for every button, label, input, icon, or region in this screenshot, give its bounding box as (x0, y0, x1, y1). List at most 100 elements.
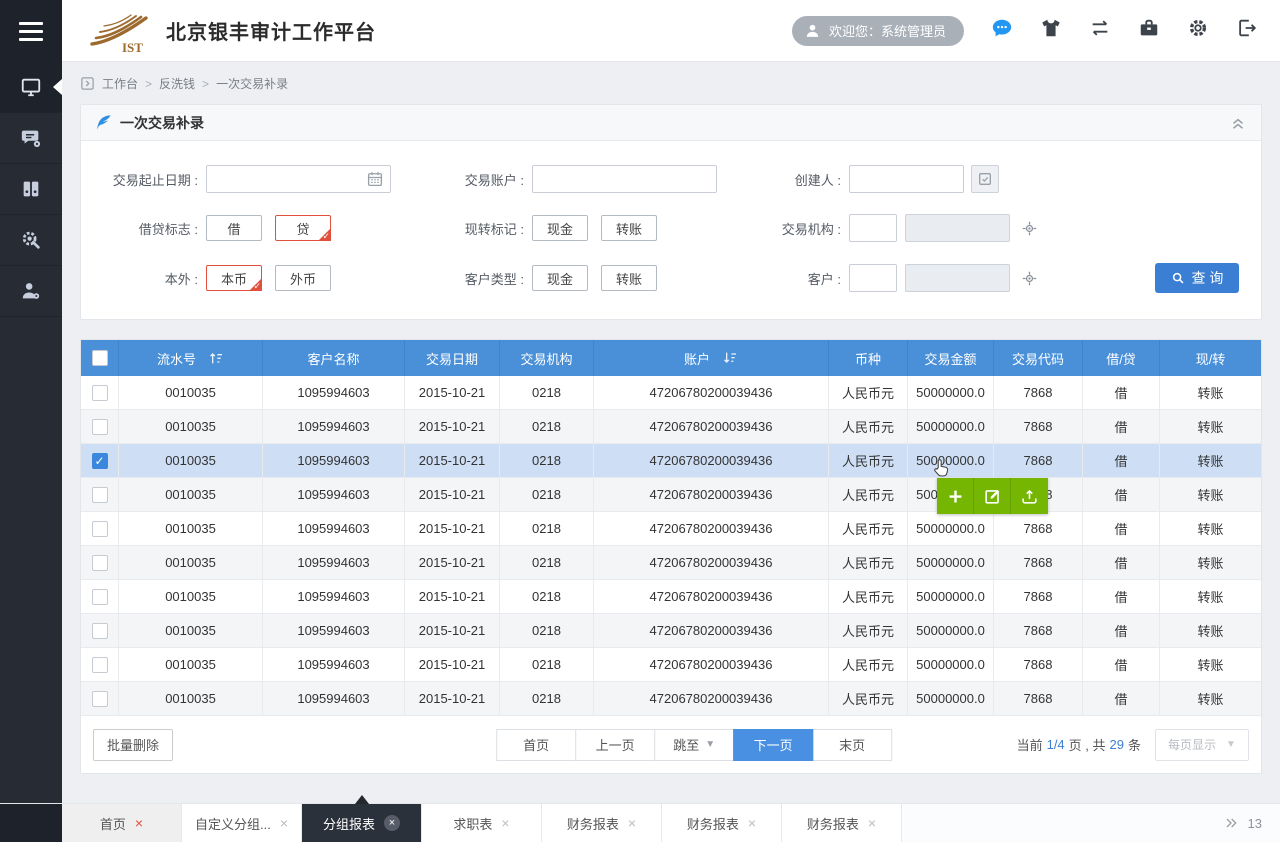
jump-to-button[interactable]: 跳至▼ (654, 729, 734, 761)
tab-财务报表[interactable]: 财务报表× (542, 804, 662, 842)
first-page-button[interactable]: 首页 (496, 729, 576, 761)
cell-trade_date: 2015-10-21 (405, 546, 500, 580)
table-row[interactable]: 001003510959946032015-10-210218472067802… (81, 376, 1261, 410)
table-row[interactable]: 001003510959946032015-10-210218472067802… (81, 614, 1261, 648)
trade-org-code-input[interactable] (849, 214, 897, 242)
close-tab-icon[interactable]: × (135, 816, 143, 830)
sidebar-item-messages[interactable] (0, 113, 62, 164)
customer-locate-icon[interactable] (1021, 270, 1038, 287)
table-row[interactable]: 001003510959946032015-10-210218472067802… (81, 478, 1261, 512)
loan-flag-option[interactable]: 借 (206, 215, 262, 241)
menu-toggle-button[interactable] (0, 0, 62, 62)
customer-type-option[interactable]: 转账 (601, 265, 657, 291)
next-page-button[interactable]: 下一页 (733, 729, 813, 761)
messages-button[interactable] (991, 17, 1013, 39)
prev-page-button[interactable]: 上一页 (575, 729, 655, 761)
add-record-button[interactable] (937, 478, 974, 514)
customer-name-input[interactable] (905, 264, 1010, 292)
svg-text:IST: IST (122, 40, 143, 54)
table-row[interactable]: 001003510959946032015-10-210218472067802… (81, 546, 1261, 580)
sidebar-item-archives[interactable] (0, 164, 62, 215)
tab-分组报表[interactable]: 分组报表× (302, 804, 422, 842)
cash-mark-option[interactable]: 转账 (601, 215, 657, 241)
currency-type-option[interactable]: 外币 (275, 265, 331, 291)
cell-select (81, 580, 119, 614)
trade-account-input[interactable] (532, 165, 717, 193)
trade-org-locate-icon[interactable] (1021, 220, 1038, 237)
search-icon (1171, 271, 1185, 285)
row-checkbox[interactable] (92, 691, 108, 707)
calendar-icon[interactable] (366, 170, 384, 188)
workspace-button[interactable] (1138, 17, 1160, 39)
row-checkbox[interactable] (92, 487, 108, 503)
welcome-badge[interactable]: 欢迎您：系统管理员 (792, 16, 964, 46)
table-row[interactable]: 001003510959946032015-10-210218472067802… (81, 648, 1261, 682)
cell-serial_no: 0010035 (119, 682, 263, 716)
customer-type-label: 客户类型 : (414, 269, 532, 288)
table-row[interactable]: ✓001003510959946032015-10-21021847206780… (81, 444, 1261, 478)
row-checkbox[interactable]: ✓ (92, 453, 108, 469)
close-tab-icon[interactable]: × (628, 816, 636, 830)
row-checkbox[interactable] (92, 521, 108, 537)
currency-type-option[interactable]: 本币✓ (206, 265, 262, 291)
cell-amount: 50000000.0 (908, 614, 994, 648)
cell-serial_no: 0010035 (119, 648, 263, 682)
results-table: 流水号客户名称交易日期交易机构账户币种交易金额交易代码借/贷现/转 001003… (80, 339, 1262, 774)
edit-icon (983, 487, 1002, 506)
close-tab-icon[interactable]: × (868, 816, 876, 830)
select-all-checkbox[interactable] (92, 350, 108, 366)
last-page-button[interactable]: 末页 (812, 729, 892, 761)
row-checkbox[interactable] (92, 419, 108, 435)
tab-首页[interactable]: 首页× (62, 804, 182, 842)
close-tab-icon[interactable]: × (384, 815, 400, 831)
row-checkbox[interactable] (92, 657, 108, 673)
logout-button[interactable] (1236, 17, 1258, 39)
row-checkbox[interactable] (92, 623, 108, 639)
creator-picker-button[interactable] (971, 165, 999, 193)
cell-trade_code: 7868 (994, 512, 1083, 546)
close-tab-icon[interactable]: × (280, 816, 288, 830)
table-row[interactable]: 001003510959946032015-10-210218472067802… (81, 512, 1261, 546)
collapse-panel-icon[interactable] (1229, 114, 1247, 132)
customer-type-option[interactable]: 现金 (532, 265, 588, 291)
tab-财务报表[interactable]: 财务报表× (662, 804, 782, 842)
column-header-account[interactable]: 账户 (594, 340, 829, 376)
breadcrumb-item[interactable]: 工作台 (102, 77, 138, 91)
tab-求职表[interactable]: 求职表× (422, 804, 542, 842)
sidebar-item-user-admin[interactable] (0, 266, 62, 317)
cell-amount: 50000000.0 (908, 682, 994, 716)
date-range-input[interactable] (206, 165, 391, 193)
upload-record-button[interactable] (1011, 478, 1048, 514)
page-size-select[interactable]: 每页显示 ▼ (1155, 729, 1249, 761)
batch-delete-button[interactable]: 批量删除 (93, 729, 173, 761)
tab-自定义分组...[interactable]: 自定义分组...× (182, 804, 302, 842)
breadcrumb-item[interactable]: 反洗钱 (159, 77, 195, 91)
double-chevron-right-icon[interactable] (1223, 815, 1239, 831)
tab-财务报表[interactable]: 财务报表× (782, 804, 902, 842)
sidebar-item-workbench[interactable] (0, 62, 62, 113)
table-row[interactable]: 001003510959946032015-10-210218472067802… (81, 682, 1261, 716)
row-checkbox[interactable] (92, 589, 108, 605)
sidebar-nav (0, 62, 62, 317)
row-checkbox[interactable] (92, 385, 108, 401)
trade-org-name-input[interactable] (905, 214, 1010, 242)
theme-button[interactable] (1040, 17, 1062, 39)
edit-record-button[interactable] (974, 478, 1011, 514)
table-row[interactable]: 001003510959946032015-10-210218472067802… (81, 410, 1261, 444)
creator-input[interactable] (849, 165, 964, 193)
query-button[interactable]: 查 询 (1155, 263, 1239, 293)
row-checkbox[interactable] (92, 555, 108, 571)
column-header-serial_no[interactable]: 流水号 (119, 340, 263, 376)
data-switch-button[interactable] (1089, 17, 1111, 39)
customer-code-input[interactable] (849, 264, 897, 292)
close-tab-icon[interactable]: × (748, 816, 756, 830)
cash-mark-option[interactable]: 现金 (532, 215, 588, 241)
table-row[interactable]: 001003510959946032015-10-210218472067802… (81, 580, 1261, 614)
settings-button[interactable] (1187, 17, 1209, 39)
loan-flag-option[interactable]: 贷✓ (275, 215, 331, 241)
cell-trade_org: 0218 (500, 648, 594, 682)
sidebar-item-system-tools[interactable] (0, 215, 62, 266)
breadcrumb-item[interactable]: 一次交易补录 (216, 77, 288, 91)
close-tab-icon[interactable]: × (501, 816, 509, 830)
filter-form: 交易起止日期 : 交易账户 : 创建人 : (81, 141, 1261, 319)
